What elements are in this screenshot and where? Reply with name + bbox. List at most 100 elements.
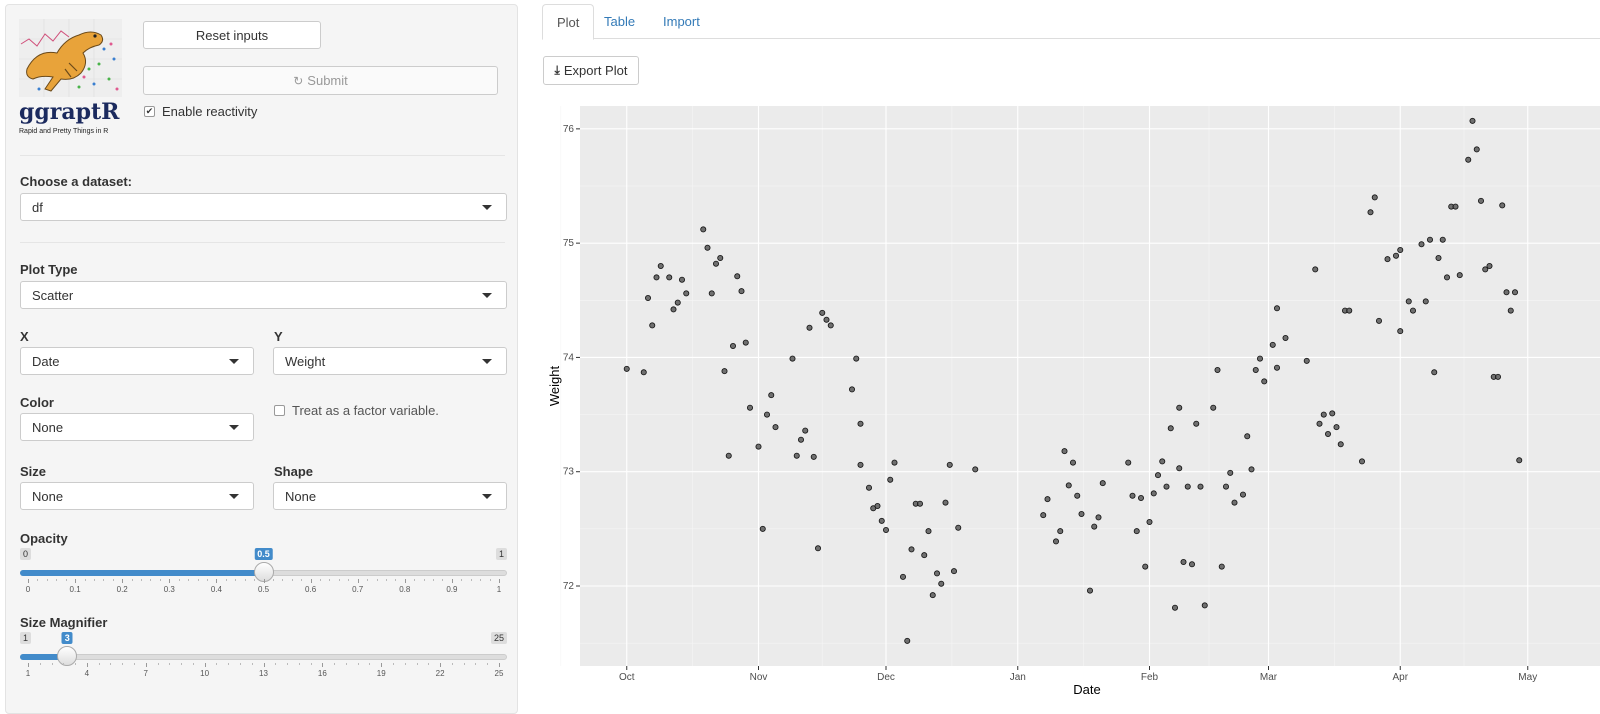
data-point bbox=[827, 322, 834, 329]
plot-type-label: Plot Type bbox=[20, 262, 78, 277]
data-point bbox=[1427, 236, 1434, 243]
size-magnifier-slider[interactable]: 1 25 3 1 4 7 10 13 16 19 22 25 bbox=[20, 632, 507, 692]
x-value: Date bbox=[32, 353, 60, 369]
slider-min-label: 1 bbox=[20, 632, 32, 644]
size-select[interactable]: None bbox=[20, 482, 254, 510]
data-point bbox=[738, 288, 745, 295]
dataset-select[interactable]: df bbox=[20, 193, 507, 221]
data-point bbox=[1274, 305, 1281, 312]
slider-minor-tick bbox=[442, 579, 444, 581]
enable-reactivity-checkbox[interactable]: ✔ bbox=[144, 106, 155, 117]
slider-minor-tick bbox=[423, 579, 425, 581]
slider-tick bbox=[404, 579, 406, 583]
export-plot-button[interactable]: ⤓ Export Plot bbox=[543, 56, 639, 85]
tab-import[interactable]: Import bbox=[649, 4, 714, 39]
data-point bbox=[1261, 378, 1268, 385]
slider-minor-tick bbox=[131, 579, 133, 581]
data-point bbox=[1210, 404, 1217, 411]
data-point bbox=[1320, 411, 1327, 418]
tab-table[interactable]: Table bbox=[590, 4, 649, 39]
color-select[interactable]: None bbox=[20, 413, 254, 441]
data-point bbox=[742, 339, 749, 346]
slider-tick bbox=[499, 663, 500, 667]
slider-tick-label: 0.9 bbox=[446, 585, 458, 594]
data-point bbox=[1129, 492, 1136, 499]
refresh-icon: ↻ bbox=[293, 73, 304, 88]
data-point bbox=[797, 436, 804, 443]
y-select[interactable]: Weight bbox=[273, 347, 507, 375]
data-point bbox=[1133, 528, 1140, 535]
data-point bbox=[1367, 209, 1374, 216]
slider-minor-tick bbox=[489, 579, 491, 581]
raptor-logo-icon bbox=[19, 19, 122, 97]
data-point bbox=[1227, 469, 1234, 476]
size-value: None bbox=[32, 488, 64, 504]
slider-minor-tick bbox=[98, 663, 100, 665]
data-point bbox=[1337, 441, 1344, 448]
slider-tick-label: 0.5 bbox=[257, 585, 270, 594]
export-plot-label: Export Plot bbox=[563, 63, 628, 78]
slider-tick bbox=[451, 579, 453, 583]
slider-minor-tick bbox=[197, 579, 199, 581]
chevron-down-icon bbox=[229, 494, 239, 499]
slider-minor-tick bbox=[470, 579, 472, 581]
data-point bbox=[916, 500, 923, 507]
tab-plot[interactable]: Plot bbox=[542, 4, 595, 40]
chevron-down-icon bbox=[229, 425, 239, 430]
data-point bbox=[1329, 410, 1336, 417]
slider-tick bbox=[381, 663, 383, 667]
data-point bbox=[899, 573, 906, 580]
slider-track[interactable] bbox=[20, 654, 507, 660]
plot-type-select[interactable]: Scatter bbox=[20, 281, 507, 309]
slider-minor-tick bbox=[150, 579, 152, 581]
enable-reactivity-checkbox-row[interactable]: ✔ Enable reactivity bbox=[144, 104, 257, 119]
data-point bbox=[1223, 483, 1230, 490]
data-point bbox=[814, 545, 821, 552]
main-tabs: Plot Table Import bbox=[542, 4, 1600, 40]
slider-minor-tick bbox=[141, 579, 143, 581]
data-point bbox=[1444, 274, 1451, 281]
data-point bbox=[759, 525, 766, 532]
slider-minor-tick bbox=[291, 579, 293, 581]
data-point bbox=[1176, 465, 1183, 472]
data-point bbox=[1167, 425, 1174, 432]
factor-checkbox[interactable] bbox=[274, 405, 285, 416]
data-point bbox=[712, 260, 719, 267]
data-point bbox=[1384, 256, 1391, 263]
slider-minor-tick bbox=[63, 663, 65, 665]
data-point bbox=[1257, 355, 1264, 362]
reset-inputs-button[interactable]: Reset inputs bbox=[143, 21, 321, 49]
data-point bbox=[972, 466, 979, 473]
data-point bbox=[653, 274, 660, 281]
x-axis: Oct Nov Dec Jan Feb Mar Apr May bbox=[619, 666, 1537, 683]
x-select[interactable]: Date bbox=[20, 347, 254, 375]
slider-minor-tick bbox=[272, 579, 274, 581]
shape-select[interactable]: None bbox=[273, 482, 507, 510]
data-point bbox=[1486, 262, 1493, 269]
slider-tick-label: 0.8 bbox=[399, 585, 411, 594]
data-point bbox=[908, 546, 915, 553]
chevron-down-icon bbox=[482, 293, 492, 298]
data-point bbox=[857, 420, 864, 427]
scatter-plot: Oct Nov Dec Jan Feb Mar Apr May 72 73 74 75 76 Date… bbox=[547, 106, 1600, 697]
data-point bbox=[810, 453, 817, 460]
opacity-slider[interactable]: 0 1 0.5 0 0.1 0.2 0.3 0.4 0.5 0.6 0.7 0.8 0.9 1 bbox=[20, 548, 507, 608]
data-point bbox=[823, 316, 830, 323]
data-point bbox=[878, 517, 885, 524]
data-point bbox=[1516, 457, 1523, 464]
submit-button[interactable]: ↻ Submit bbox=[143, 66, 498, 95]
data-point bbox=[789, 355, 796, 362]
data-point bbox=[921, 552, 928, 559]
data-point bbox=[678, 276, 685, 283]
data-point bbox=[887, 476, 894, 483]
slider-tick-label: 0.2 bbox=[116, 585, 128, 594]
color-label: Color bbox=[20, 395, 54, 410]
factor-checkbox-row[interactable]: Treat as a factor variable. bbox=[274, 403, 439, 418]
slider-minor-tick bbox=[275, 663, 277, 665]
data-point bbox=[670, 306, 677, 313]
data-point bbox=[1410, 307, 1417, 314]
slider-minor-tick bbox=[282, 579, 284, 581]
slider-minor-tick bbox=[345, 663, 347, 665]
data-point bbox=[1418, 241, 1425, 248]
data-point bbox=[1333, 424, 1340, 431]
